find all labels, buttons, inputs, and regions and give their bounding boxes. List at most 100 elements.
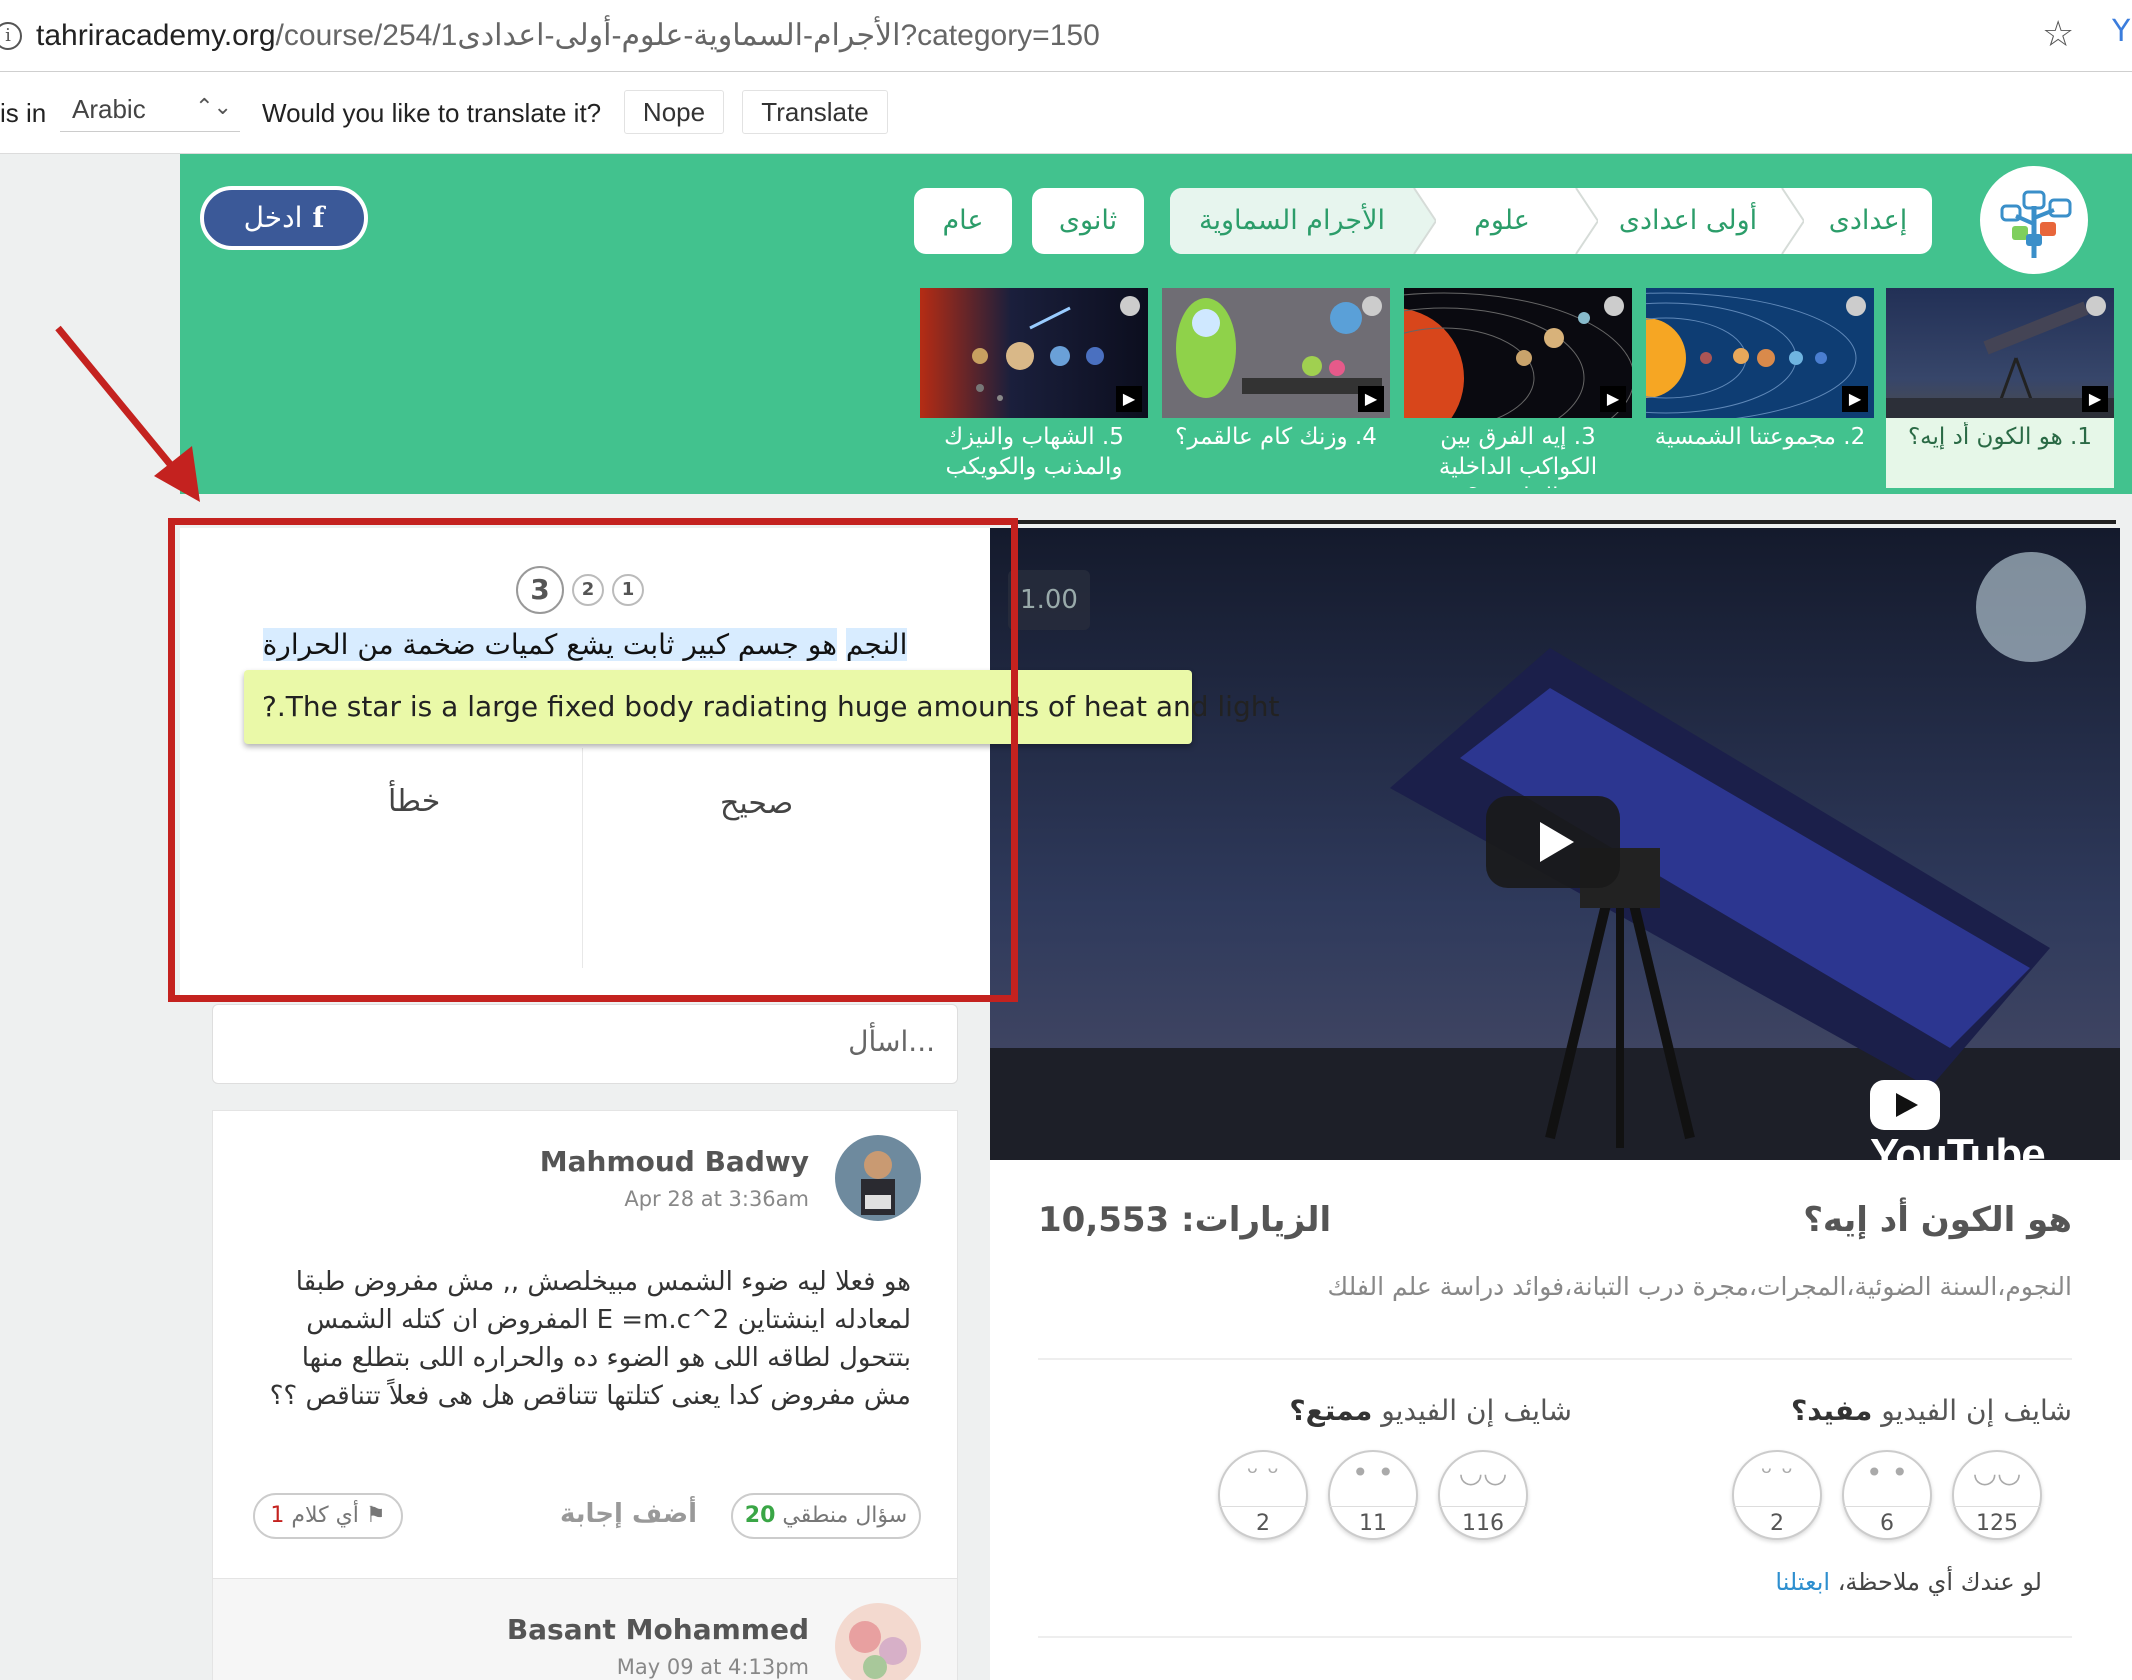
flag-label: أي كلام — [291, 1503, 359, 1528]
channel-logo[interactable] — [1976, 552, 2086, 662]
quiz-step-1[interactable]: 1 — [612, 574, 644, 606]
video-player[interactable]: 1.00 YouTube — [990, 528, 2120, 1160]
watched-indicator — [1120, 296, 1140, 316]
rocket-thumb — [1176, 298, 1382, 398]
logic-count: 20 — [744, 1503, 776, 1528]
youtube-logo[interactable]: YouTube — [1870, 1078, 2120, 1160]
video-title: 5. الشهاب والنيزك والمذنب والكويكب — [944, 424, 1124, 480]
comment-date: Apr 28 at 3:36am — [624, 1187, 809, 1211]
watched-indicator — [2086, 296, 2106, 316]
sad-face-icon: ᵕ ᵕ — [1760, 1456, 1794, 1489]
rating-count: 2 — [1734, 1506, 1820, 1536]
quiz-step-3[interactable]: 3 — [516, 566, 564, 614]
video-thumbnail: ▶ — [1886, 288, 2114, 418]
quiz-question-text: هو جسم كبير ثابت يشع كميات ضخمة من الحرا… — [262, 628, 837, 661]
play-icon: ▶ — [1358, 386, 1384, 412]
url-path: /course/254/1الأجرام-السماوية-علوم-أولى-… — [275, 19, 1100, 52]
url-text[interactable]: tahriracademy.org/course/254/1الأجرام-ال… — [36, 18, 1100, 53]
sad-face-icon: ᵕ ᵕ — [1246, 1456, 1280, 1489]
video-title: 2. مجموعتنا الشمسية — [1654, 424, 1866, 450]
language-select[interactable]: Arabic ⌃⌄ — [60, 94, 240, 132]
add-answer-button[interactable]: أضف إجابة — [560, 1499, 697, 1529]
comment-card: Mahmoud Badwy Apr 28 at 3:36am هو فعلا ل… — [212, 1110, 958, 1580]
play-icon: ▶ — [1600, 386, 1626, 412]
facebook-login-button[interactable]: ادخل f — [200, 186, 368, 250]
video-item-3[interactable]: ▶ 3. إيه الفرق بين الكواكب الداخلية والخ… — [1404, 288, 1632, 488]
translate-question: Would you like to translate it? — [262, 98, 602, 128]
video-item-2[interactable]: ▶ 2. مجموعتنا الشمسية — [1646, 288, 1874, 488]
logic-label: سؤال منطقي — [782, 1503, 908, 1528]
fun-prefix: شايف إن الفيديو — [1381, 1394, 1572, 1427]
useful-happy-button[interactable]: • • 6 — [1842, 1450, 1932, 1540]
logical-question-button[interactable]: سؤال منطقي 20 — [731, 1493, 921, 1539]
breadcrumb-item-prep[interactable]: إعدادى — [1804, 188, 1932, 254]
avatar[interactable] — [835, 1603, 921, 1680]
watched-indicator — [1362, 296, 1382, 316]
quiz-question: النجم هو جسم كبير ثابت يشع كميات ضخمة من… — [220, 628, 950, 661]
ask-question-input[interactable]: اسأل... — [212, 1004, 958, 1084]
comment-date: May 09 at 4:13pm — [616, 1655, 809, 1679]
category-general[interactable]: عام — [914, 188, 1012, 254]
bookmark-star-icon[interactable]: ☆ — [2042, 14, 2074, 55]
contact-us-link[interactable]: ابعتلنا — [1775, 1568, 1830, 1596]
video-item-5[interactable]: ▶ 5. الشهاب والنيزك والمذنب والكويكب — [920, 288, 1148, 488]
avatar[interactable] — [835, 1135, 921, 1221]
video-item-4[interactable]: ▶ 4. وزنك كام عالقمر؟ — [1162, 288, 1390, 488]
comment-author[interactable]: Basant Mohammed — [507, 1613, 809, 1646]
fun-happy-button[interactable]: • • 11 — [1328, 1450, 1418, 1540]
info-icon[interactable]: i — [0, 22, 22, 50]
youtube-brand-text: YouTube — [1870, 1130, 2046, 1160]
comment-author[interactable]: Mahmoud Badwy — [540, 1145, 809, 1178]
useful-word: مفيد؟ — [1790, 1394, 1873, 1427]
site-logo[interactable] — [1980, 166, 2088, 274]
translate-button[interactable]: Translate — [742, 90, 888, 134]
breadcrumb-item-science[interactable]: علوم — [1432, 188, 1572, 254]
play-icon: ▶ — [1116, 386, 1142, 412]
player-top-border — [1016, 520, 2116, 524]
quiz-panel: 3 2 1 النجم هو جسم كبير ثابت يشع كميات ض… — [180, 528, 990, 998]
ask-placeholder: اسأل... — [848, 1025, 935, 1058]
nope-button[interactable]: Nope — [624, 90, 724, 134]
divider — [1038, 1358, 2072, 1360]
video-item-1[interactable]: ▶ 1. هو الكون أد إيه؟ — [1886, 288, 2114, 488]
breadcrumb-item-celestial[interactable]: الأجرام السماوية — [1170, 188, 1414, 254]
fun-sad-button[interactable]: ᵕ ᵕ 2 — [1218, 1450, 1308, 1540]
planets-thumb — [1404, 292, 1632, 418]
solar-system-thumb — [1646, 292, 1857, 418]
category-secondary[interactable]: ثانوى — [1032, 188, 1144, 254]
video-thumbnail: ▶ — [1162, 288, 1390, 418]
smile-face-icon: • • — [1866, 1456, 1908, 1489]
play-icon: ▶ — [1842, 386, 1868, 412]
breadcrumb-item-first-prep[interactable]: أولى اعدادى — [1598, 188, 1778, 254]
useful-very-happy-button[interactable]: ◡◡ 125 — [1952, 1450, 2042, 1540]
annotation-arrow — [55, 325, 200, 502]
rating-count: 6 — [1844, 1506, 1930, 1536]
answer-false-button[interactable]: خطأ — [388, 784, 440, 819]
video-title: 1. هو الكون أد إيه؟ — [1907, 424, 2093, 450]
useful-sad-button[interactable]: ᵕ ᵕ 2 — [1732, 1450, 1822, 1540]
rating-count: 2 — [1220, 1506, 1306, 1536]
quiz-steps: 3 2 1 — [516, 566, 716, 616]
browser-address-bar[interactable]: i tahriracademy.org/course/254/1الأجرام-… — [0, 0, 2132, 72]
watched-indicator — [1604, 296, 1624, 316]
video-title: 4. وزنك كام عالقمر؟ — [1175, 424, 1377, 450]
playback-speed[interactable]: 1.00 — [1008, 570, 1090, 630]
play-button[interactable] — [1486, 796, 1620, 888]
video-thumbnail: ▶ — [1404, 288, 1632, 418]
quiz-question-highlight: النجم — [845, 628, 908, 661]
youtube-play-icon — [1870, 1080, 1940, 1131]
answer-true-button[interactable]: صحيح — [720, 786, 793, 821]
rating-count: 11 — [1330, 1506, 1416, 1536]
flag-button[interactable]: ⚑ أي كلام 1 — [253, 1493, 403, 1539]
login-label: ادخل — [243, 201, 303, 234]
quiz-step-2[interactable]: 2 — [572, 574, 604, 606]
fun-very-happy-button[interactable]: ◡◡ 116 — [1438, 1450, 1528, 1540]
translate-bar: is in Arabic ⌃⌄ Would you like to transla… — [0, 72, 2132, 154]
breadcrumb-separator — [1781, 188, 1804, 254]
avatar-photo — [835, 1603, 921, 1680]
smile-face-icon: • • — [1352, 1456, 1394, 1489]
language-value: Arabic — [72, 94, 146, 124]
extension-icon[interactable]: Y — [2112, 14, 2130, 49]
play-icon — [1540, 822, 1574, 862]
translation-tooltip: ?.The star is a large fixed body radiati… — [244, 670, 1279, 744]
